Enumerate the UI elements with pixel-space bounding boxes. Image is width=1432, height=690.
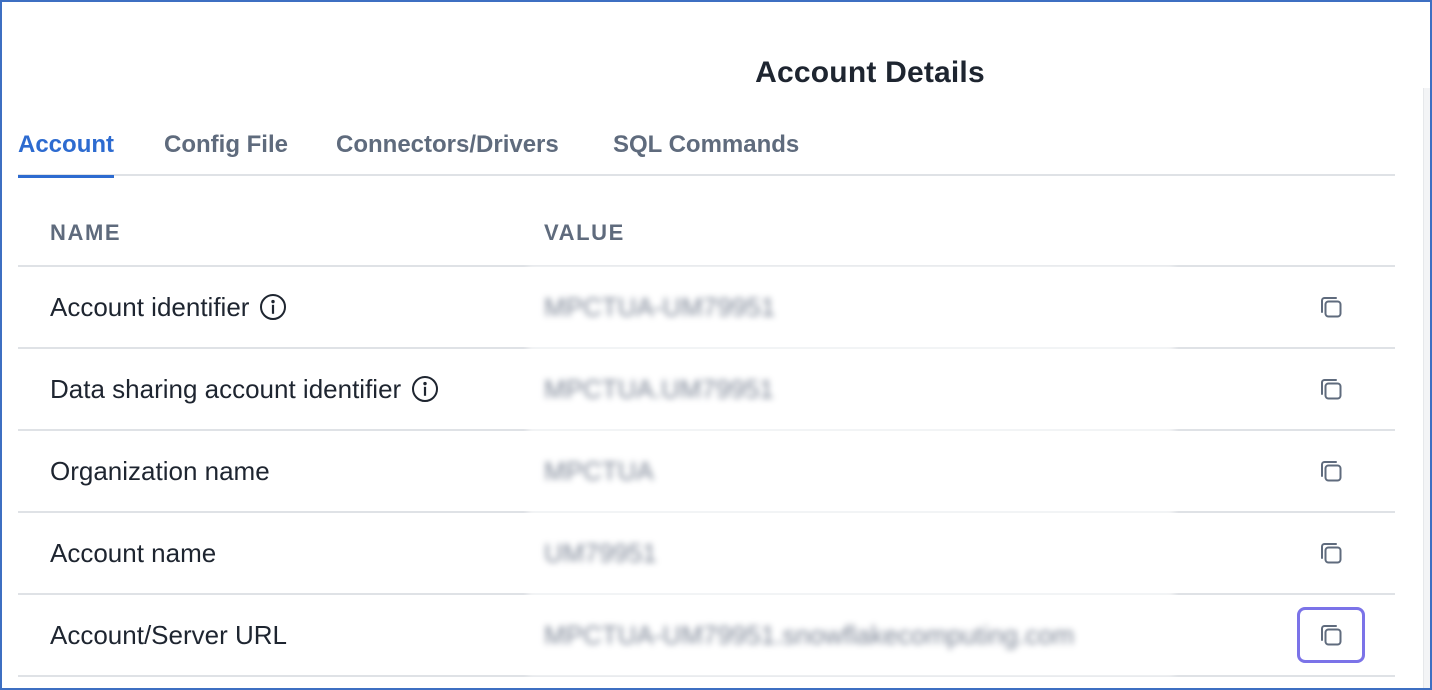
copy-icon bbox=[1321, 543, 1342, 564]
row-name-label: Data sharing account identifier bbox=[50, 373, 402, 404]
scrollbar-track[interactable] bbox=[1423, 88, 1430, 688]
copy-button[interactable] bbox=[1297, 443, 1365, 499]
row-value-cell: MPCTUA-UM79951.snowflakecomputing.com bbox=[528, 595, 1174, 675]
row-value-cell: MPCTUA-UM79951 bbox=[528, 267, 1174, 347]
row-name-cell: Account identifier bbox=[50, 267, 287, 347]
info-circle-icon[interactable] bbox=[411, 375, 439, 403]
row-name-cell: Data sharing account identifier bbox=[50, 349, 439, 429]
table-row: Data sharing account identifier MPCTUA.U… bbox=[18, 349, 1395, 431]
tab-bar: Account Config File Connectors/Drivers S… bbox=[18, 114, 1395, 178]
copy-button[interactable] bbox=[1297, 525, 1365, 581]
row-name-label: Account identifier bbox=[50, 291, 250, 322]
copy-button[interactable] bbox=[1297, 279, 1365, 335]
row-name-label: Account/Server URL bbox=[50, 619, 287, 650]
info-circle-icon[interactable] bbox=[259, 293, 287, 321]
table-header: NAME VALUE bbox=[18, 177, 1395, 267]
row-name-label: Account name bbox=[50, 537, 217, 568]
tab-sql-commands[interactable]: SQL Commands bbox=[613, 114, 799, 176]
copy-icon bbox=[1321, 379, 1342, 400]
tab-connectors-drivers[interactable]: Connectors/Drivers bbox=[336, 114, 559, 176]
column-header-name: NAME bbox=[50, 220, 122, 245]
copy-button[interactable] bbox=[1297, 607, 1365, 663]
row-name-cell: Account/Server URL bbox=[50, 595, 287, 675]
copy-icon bbox=[1321, 461, 1342, 482]
row-value-cell: MPCTUA.UM79951 bbox=[528, 349, 1174, 429]
copy-icon bbox=[1321, 297, 1342, 318]
tab-config-file[interactable]: Config File bbox=[164, 114, 288, 176]
column-header-value: VALUE bbox=[544, 220, 625, 245]
tab-account[interactable]: Account bbox=[18, 114, 114, 178]
row-value-cell: MPCTUA bbox=[528, 431, 1174, 511]
table-row: Account/Server URL MPCTUA-UM79951.snowfl… bbox=[18, 595, 1395, 677]
row-name-cell: Account name bbox=[50, 513, 216, 593]
account-details-panel: Account Details Account Config File Conn… bbox=[0, 0, 1432, 690]
table-row: Account identifier MPCTUA-UM79951 bbox=[18, 267, 1395, 349]
copy-button[interactable] bbox=[1297, 361, 1365, 417]
table-row: Organization name MPCTUA bbox=[18, 431, 1395, 513]
row-name-label: Organization name bbox=[50, 455, 270, 486]
row-name-cell: Organization name bbox=[50, 431, 270, 511]
table-row: Account name UM79951 bbox=[18, 513, 1395, 595]
account-details-table: NAME VALUE Account identifier MPCTUA-UM7… bbox=[18, 177, 1395, 677]
copy-icon bbox=[1321, 625, 1342, 646]
row-value-cell: UM79951 bbox=[528, 513, 1174, 593]
page-title: Account Details bbox=[755, 56, 985, 89]
